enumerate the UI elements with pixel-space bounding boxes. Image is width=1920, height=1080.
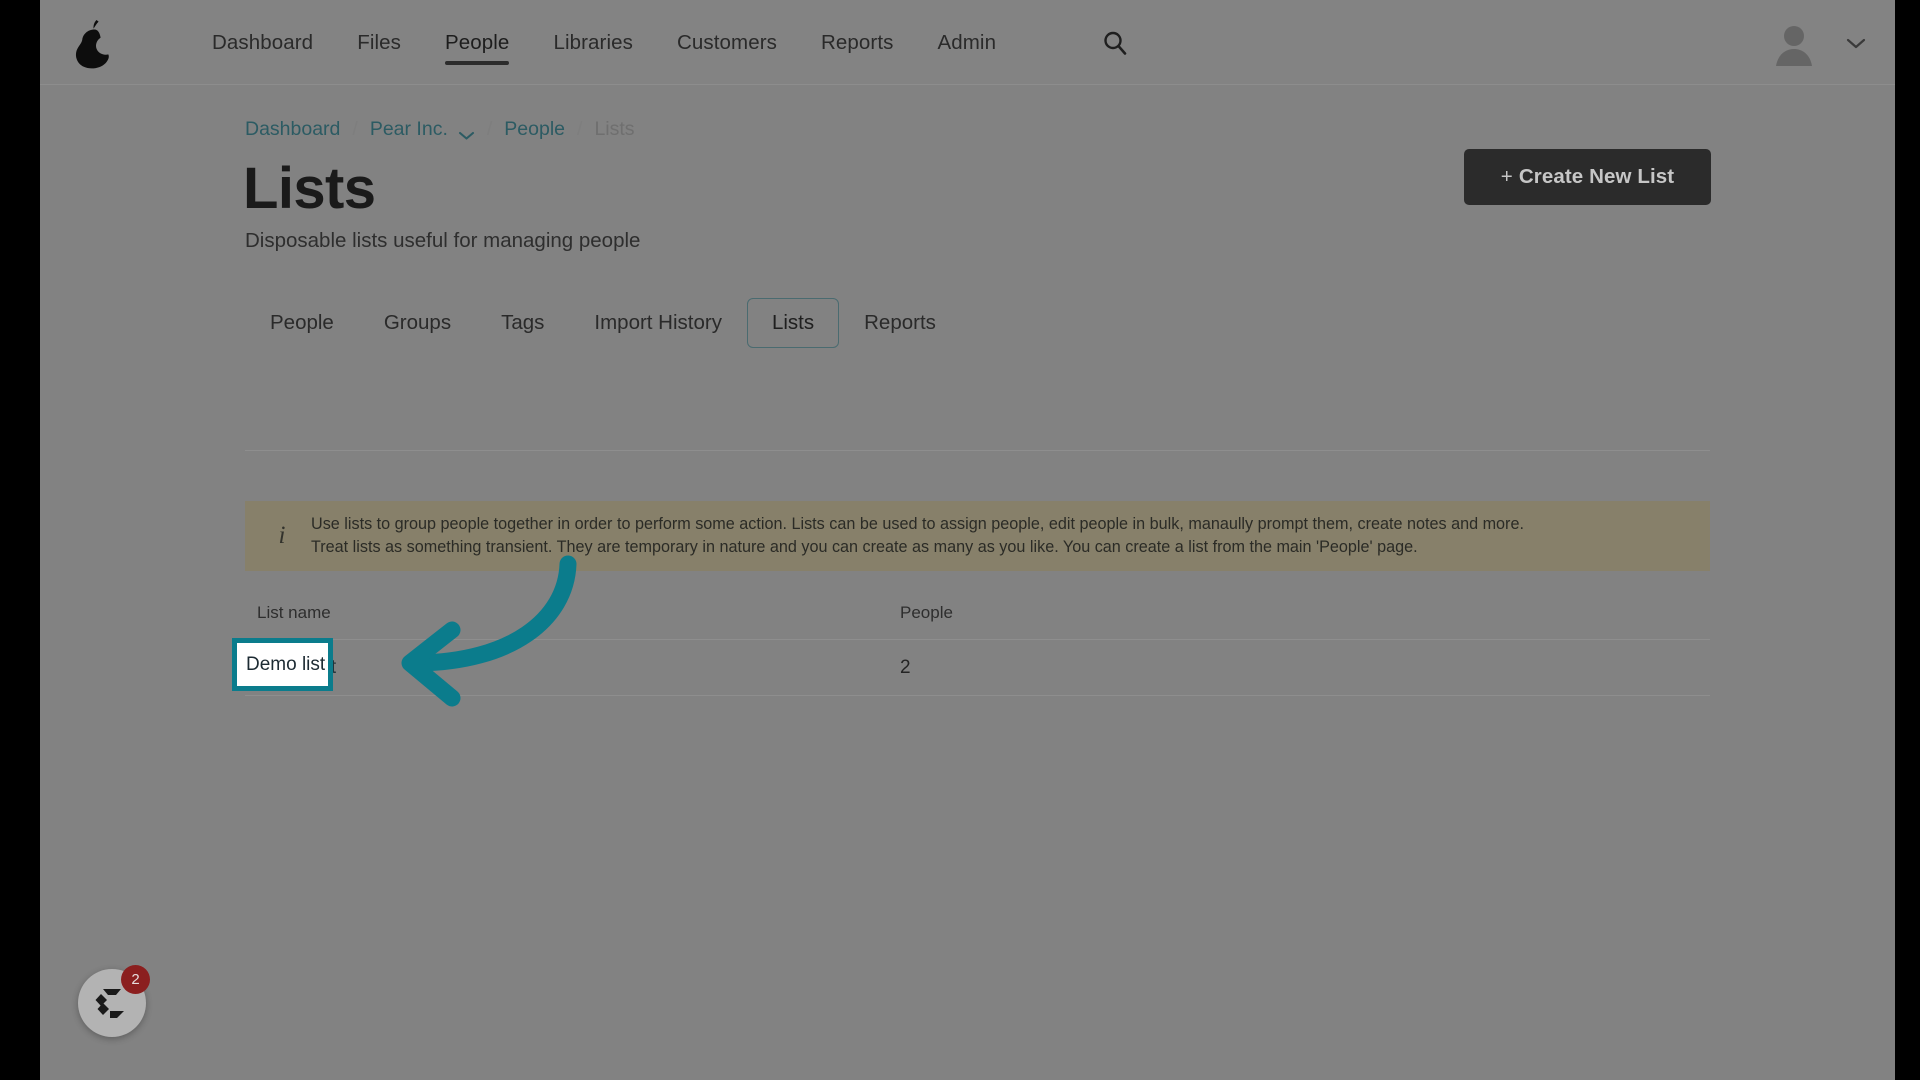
column-header-list-name: List name: [257, 602, 331, 622]
page-subtitle: Disposable lists useful for managing peo…: [245, 229, 641, 252]
chevron-down-icon[interactable]: [458, 124, 475, 140]
table-row[interactable]: Demo list 2: [245, 640, 1710, 696]
highlighted-list-link-label[interactable]: Demo list: [246, 654, 325, 676]
breadcrumb-separator: /: [352, 118, 358, 140]
pear-logo-icon[interactable]: [65, 16, 123, 72]
tab-import-history[interactable]: Import History: [569, 298, 747, 348]
breadcrumb: Dashboard / Pear Inc. / People / Lists: [245, 118, 635, 141]
nav-item-customers[interactable]: Customers: [655, 0, 799, 85]
top-navigation-bar: Dashboard Files People Libraries Custome…: [40, 0, 1895, 85]
lists-table: List name People Demo list 2: [245, 586, 1710, 696]
create-new-list-label: Create New List: [1518, 165, 1675, 188]
info-icon: i: [278, 522, 286, 549]
create-new-list-button[interactable]: + Create New List: [1464, 149, 1711, 205]
breadcrumb-item-lists: Lists: [594, 118, 635, 140]
breadcrumb-item-pear-inc[interactable]: Pear Inc.: [370, 118, 448, 141]
breadcrumb-separator: /: [577, 118, 583, 140]
nav-item-dashboard[interactable]: Dashboard: [190, 0, 335, 85]
chevron-down-icon[interactable]: [1845, 36, 1867, 50]
table-header-row: List name People: [245, 586, 1710, 640]
nav-item-files[interactable]: Files: [335, 0, 423, 85]
info-banner-text: Use lists to group people together in or…: [311, 513, 1524, 559]
user-menu[interactable]: [1771, 0, 1867, 85]
search-icon[interactable]: [1100, 28, 1130, 58]
tab-reports[interactable]: Reports: [839, 298, 961, 348]
tab-lists[interactable]: Lists: [746, 298, 840, 348]
nav-item-admin[interactable]: Admin: [915, 0, 1018, 85]
column-header-people: People: [900, 602, 953, 622]
screen-letterbox: Dashboard Files People Libraries Custome…: [0, 0, 1920, 1080]
page-content: Dashboard / Pear Inc. / People / Lists L…: [40, 85, 1895, 1080]
chat-unread-badge: 2: [121, 965, 150, 994]
info-banner: i Use lists to group people together in …: [245, 501, 1710, 571]
tab-groups[interactable]: Groups: [359, 298, 476, 348]
chat-widget-button[interactable]: 2: [78, 965, 150, 1037]
tabs-divider: [245, 450, 1710, 451]
section-tabs: People Groups Tags Import History Lists …: [245, 298, 961, 348]
breadcrumb-item-dashboard[interactable]: Dashboard: [245, 118, 340, 141]
info-banner-line-1: Use lists to group people together in or…: [311, 515, 1524, 533]
info-banner-line-2: Treat lists as something transient. They…: [311, 538, 1418, 556]
plus-icon: +: [1500, 165, 1513, 188]
nav-item-libraries[interactable]: Libraries: [531, 0, 655, 85]
breadcrumb-separator: /: [486, 118, 493, 140]
user-avatar-icon[interactable]: [1771, 20, 1817, 66]
main-nav-links: Dashboard Files People Libraries Custome…: [190, 0, 1018, 85]
breadcrumb-item-people[interactable]: People: [504, 118, 565, 141]
cell-list-name: Demo list: [245, 657, 900, 679]
nav-item-people[interactable]: People: [423, 0, 531, 85]
nav-item-reports[interactable]: Reports: [799, 0, 915, 85]
app-viewport: Dashboard Files People Libraries Custome…: [40, 0, 1895, 1080]
tab-tags[interactable]: Tags: [476, 298, 569, 348]
page-title: Lists: [243, 156, 376, 221]
tab-people[interactable]: People: [245, 298, 359, 348]
annotation-highlight-box[interactable]: Demo list: [232, 638, 333, 691]
cell-people-count: 2: [900, 656, 911, 678]
